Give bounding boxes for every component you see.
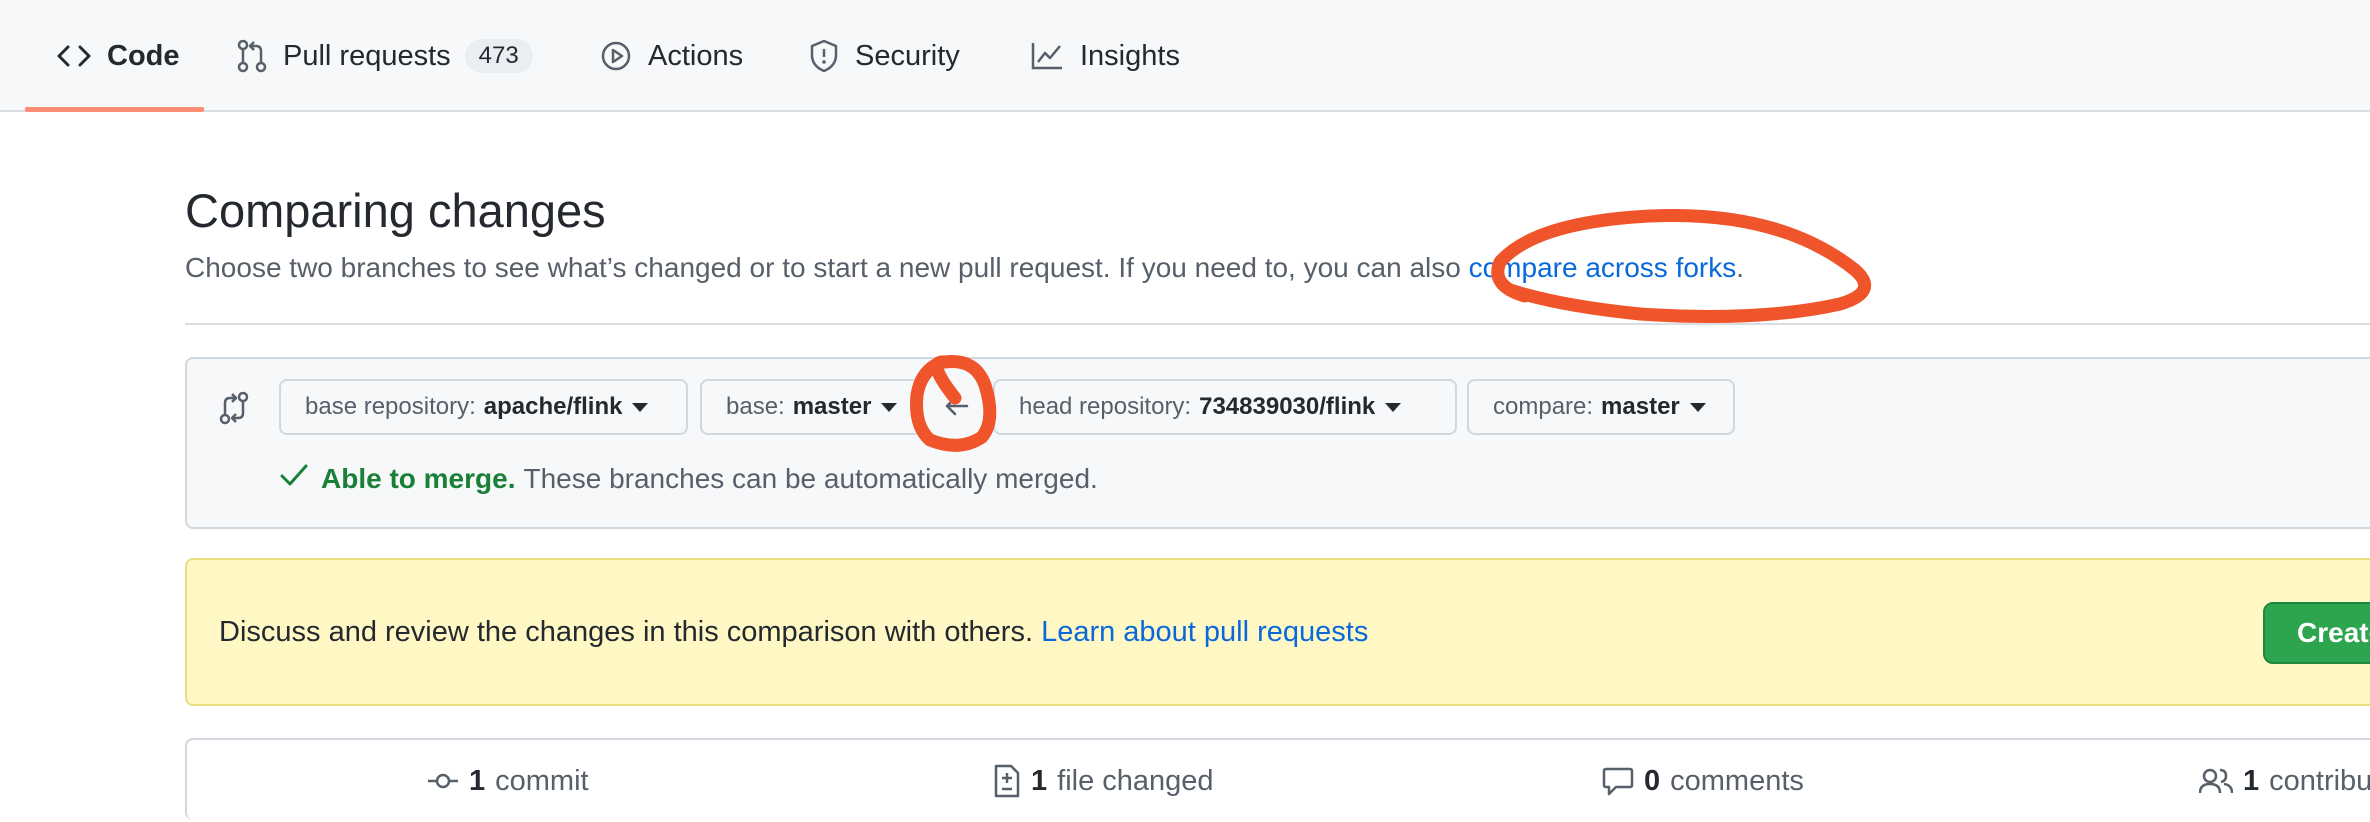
flash-message: Discuss and review the changes in this c… [219,616,1368,649]
chevron-down-icon [1689,402,1706,412]
tab-pull-requests-label: Pull requests [283,39,451,72]
people-icon [2199,767,2233,795]
comment-icon [1602,766,1634,796]
divider [185,323,2370,325]
code-icon [57,44,91,68]
pull-requests-counter: 473 [464,39,533,73]
base-repository-label: base repository: [305,393,476,420]
arrow-left-icon[interactable] [942,391,972,426]
tab-security-label: Security [855,39,960,72]
base-branch-label: base: [726,393,785,420]
merge-status: Able to merge. These branches can be aut… [279,462,1098,495]
tab-insights[interactable]: Insights [1030,0,1180,112]
head-repository-label: head repository: [1019,393,1192,420]
learn-pull-requests-link[interactable]: Learn about pull requests [1041,616,1368,648]
commit-label: commit [495,764,589,797]
play-icon [600,40,632,72]
range-editor: base repository: apache/flink base: mast… [185,357,2370,529]
compare-across-forks-link[interactable]: compare across forks [1469,252,1737,283]
chevron-down-icon [881,402,898,412]
compare-branch-value: master [1601,393,1680,420]
commit-count: 1 [469,764,486,797]
base-repository-value: apache/flink [483,393,623,420]
contributor-count: 1 [2243,764,2260,797]
chevron-down-icon [1385,402,1402,412]
base-branch-value: master [792,393,872,420]
git-commit-icon [427,770,459,792]
tab-actions[interactable]: Actions [600,0,743,112]
flash-text: Discuss and review the changes in this c… [219,616,1033,648]
file-count: 1 [1031,764,1048,797]
compare-branch-label: compare: [1493,393,1594,420]
stat-commits[interactable]: 1 commit [427,740,589,822]
repo-nav: Code Pull requests 473 Actions Security … [0,0,2370,112]
tab-actions-label: Actions [648,39,744,72]
create-pull-request-button[interactable]: Create pull request [2263,602,2370,664]
description-text: Choose two branches to see what’s change… [185,252,1461,283]
stat-contributors[interactable]: 1 contributor [2199,740,2370,822]
comparison-stats: 1 commit 1 file changed 0 comments 1 con… [185,738,2370,820]
tab-code[interactable]: Code [57,0,180,112]
check-icon [279,462,309,495]
chevron-down-icon [632,402,649,412]
tab-insights-label: Insights [1080,39,1180,72]
git-pull-request-icon [237,39,267,73]
comment-label: comments [1670,764,1804,797]
comment-count: 0 [1644,764,1661,797]
contributor-label: contributor [2269,764,2370,797]
active-tab-indicator [25,107,204,112]
page-title: Comparing changes [185,184,606,237]
tab-security[interactable]: Security [809,0,960,112]
pull-request-flash: Discuss and review the changes in this c… [185,558,2370,706]
shield-icon [809,39,839,73]
graph-icon [1030,41,1064,71]
head-repository-value: 734839030/flink [1199,393,1376,420]
git-compare-icon [219,391,249,430]
base-branch-select[interactable]: base: master [700,379,922,435]
tab-code-label: Code [107,39,180,72]
page-description: Choose two branches to see what’s change… [185,252,1744,284]
description-end: . [1736,252,1745,283]
file-diff-icon [993,764,1021,798]
file-label: file changed [1057,764,1214,797]
head-repository-select[interactable]: head repository: 734839030/flink [993,379,1457,435]
merge-status-label: Able to merge. [321,462,516,494]
tab-pull-requests[interactable]: Pull requests 473 [237,0,533,112]
base-repository-select[interactable]: base repository: apache/flink [279,379,688,435]
stat-comments[interactable]: 0 comments [1602,740,1804,822]
stat-files[interactable]: 1 file changed [993,740,1214,822]
compare-branch-select[interactable]: compare: master [1467,379,1735,435]
merge-status-detail: These branches can be automatically merg… [523,462,1098,494]
